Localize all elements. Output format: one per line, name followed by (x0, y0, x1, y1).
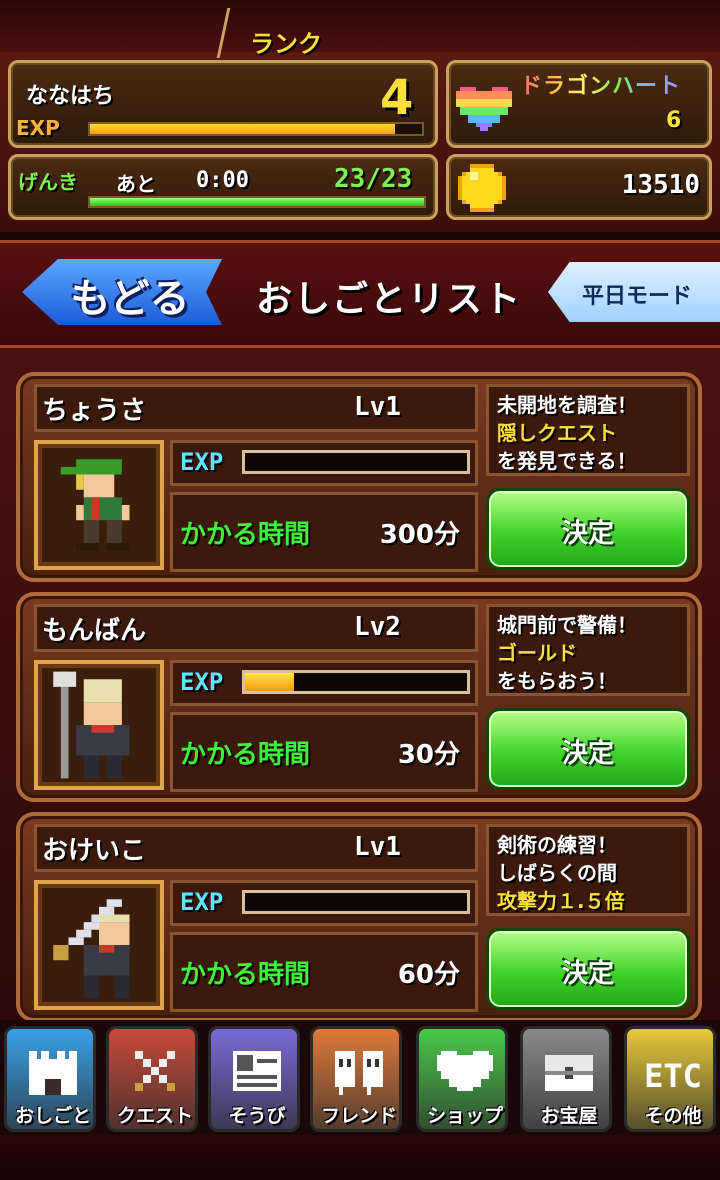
job-level: Lv2 (354, 612, 401, 642)
job-level: Lv1 (354, 832, 401, 862)
swordsman-sprite-icon (53, 899, 130, 999)
rank-frame (216, 8, 428, 58)
character-portrait (34, 440, 164, 570)
nav-tab-shop[interactable]: ショップ (416, 1026, 508, 1132)
stamina-label: げんき (18, 170, 78, 194)
job-description: 城門前で警備！ ゴールド をもらおう！ (486, 604, 690, 696)
job-exp-label: EXP (180, 668, 224, 696)
exp-bar-fill (90, 124, 396, 134)
job-level: Lv1 (354, 392, 401, 422)
description-highlight: ゴールド (497, 641, 577, 665)
nav-tab-other[interactable]: ETC その他 (624, 1026, 716, 1132)
rank-value: 4 (380, 70, 414, 126)
description-highlight: 攻撃力１.５倍 (497, 889, 625, 913)
required-time-label: かかる時間 (180, 740, 311, 770)
description-line: 剣術の練習！ (497, 833, 617, 857)
rainbow-heart-icon (456, 87, 512, 131)
description-line: をもらおう！ (497, 669, 617, 693)
elf-ranger-sprite-icon (60, 459, 130, 551)
job-exp-bar (242, 670, 470, 694)
description-highlight: 隠しクエスト (497, 421, 617, 445)
player-name: ななはち (26, 84, 115, 109)
required-time-value: 300分 (379, 520, 460, 550)
job-description: 未開地を調査！ 隠しクエスト を発見できる！ (486, 384, 690, 476)
castle-icon (29, 1051, 77, 1095)
decide-button[interactable]: 決定 (486, 488, 690, 570)
page-title: おしごとリスト (256, 279, 523, 320)
job-exp-label: EXP (180, 448, 224, 476)
job-exp-bar (242, 450, 470, 474)
decide-button-label[interactable]: 決定 (489, 953, 687, 990)
required-time-label: かかる時間 (180, 520, 311, 550)
back-button-label[interactable]: もどる (50, 266, 210, 324)
required-time-label: かかる時間 (180, 960, 311, 990)
svg-text:ETC: ETC (645, 1057, 701, 1095)
nav-label: そうび (228, 1105, 286, 1127)
required-time-value: 30分 (397, 740, 460, 770)
required-time-value: 60分 (397, 960, 460, 990)
friends-icon (335, 1051, 383, 1095)
stamina-remaining-label: あと (116, 172, 156, 196)
nav-tab-friends[interactable]: フレンド (310, 1026, 402, 1132)
job-card: ちょうさ Lv1 EXP かかる時間 300分 未開地を調査！ 隠しクエスト を… (16, 372, 702, 582)
nav-label: ショップ (426, 1105, 503, 1127)
nav-label: おしごと (14, 1105, 91, 1127)
nav-label: お宝屋 (540, 1105, 598, 1127)
description-line: しばらくの間 (497, 861, 617, 885)
bottom-strip (0, 1135, 720, 1180)
crossed-swords-icon (135, 1051, 175, 1091)
nav-tab-treasure[interactable]: お宝屋 (520, 1026, 612, 1132)
dragon-heart-label: ドラゴンハート (520, 68, 681, 100)
weekday-mode-label[interactable]: 平日モード (582, 278, 692, 310)
job-exp-bar (242, 890, 470, 914)
job-exp-label: EXP (180, 888, 224, 916)
job-name: ちょうさ (42, 396, 147, 426)
job-exp-bar-fill (245, 673, 294, 691)
rank-label: ランク (250, 30, 322, 58)
decide-button-label[interactable]: 決定 (489, 513, 687, 550)
decide-button-label[interactable]: 決定 (489, 733, 687, 770)
decide-button[interactable]: 決定 (486, 708, 690, 790)
job-name: おけいこ (42, 836, 147, 866)
nav-label: その他 (644, 1105, 702, 1127)
nav-tab-jobs[interactable]: おしごと (4, 1026, 96, 1132)
stamina-count: 23/23 (334, 164, 413, 194)
decide-button[interactable]: 決定 (486, 928, 690, 1010)
character-portrait (34, 880, 164, 1010)
stamina-bar (88, 196, 426, 208)
exp-label: EXP (16, 116, 60, 140)
guard-sprite-icon (53, 671, 130, 779)
description-line: を発見できる！ (497, 449, 637, 473)
equipment-card-icon (233, 1051, 281, 1091)
gold-value: 13510 (621, 170, 700, 200)
exp-bar (88, 122, 424, 136)
nav-label: クエスト (116, 1105, 193, 1127)
job-card: もんばん Lv2 EXP かかる時間 30分 城門前で警備！ ゴールド をもらお… (16, 592, 702, 802)
heart-icon (437, 1051, 493, 1091)
nav-label: フレンド (320, 1105, 397, 1127)
gold-coin-icon (458, 164, 506, 212)
stamina-bar-fill (90, 198, 424, 206)
etc-icon: ETC (645, 1057, 701, 1095)
nav-tab-quest[interactable]: クエスト (106, 1026, 198, 1132)
dragon-heart-value: 6 (666, 108, 682, 133)
job-name: もんばん (42, 616, 147, 646)
description-line: 城門前で警備！ (497, 613, 637, 637)
nav-tab-equipment[interactable]: そうび (208, 1026, 300, 1132)
job-card: おけいこ Lv1 EXP かかる時間 60分 剣術の練習！ しばらくの間 攻撃力… (16, 812, 702, 1022)
treasure-chest-icon (545, 1055, 593, 1091)
description-line: 未開地を調査！ (497, 393, 637, 417)
character-portrait (34, 660, 164, 790)
job-description: 剣術の練習！ しばらくの間 攻撃力１.５倍 (486, 824, 690, 916)
stamina-timer: 0:00 (196, 168, 249, 193)
